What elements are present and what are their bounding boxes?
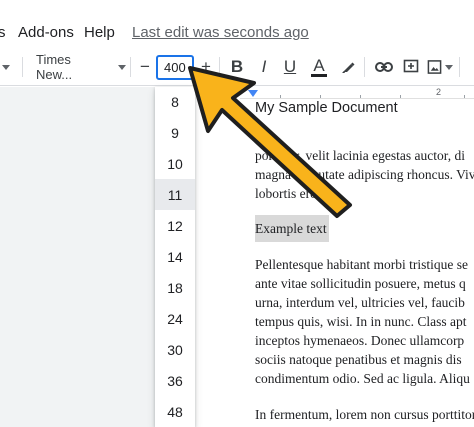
ruler-number: 2 — [436, 87, 442, 97]
insert-comment-button[interactable] — [400, 48, 422, 86]
paragraph-line: porttitor, velit lacinia egestas auctor,… — [255, 148, 465, 163]
text-color-bar — [311, 73, 327, 77]
paragraph-line: ante vitae sollicitudin posuere, metus q — [255, 276, 466, 291]
chevron-down-icon — [445, 64, 453, 70]
font-size-option[interactable]: 9 — [155, 117, 195, 148]
menu-item-format[interactable]: s — [0, 24, 6, 41]
indent-marker-icon[interactable] — [248, 90, 258, 97]
font-size-option[interactable]: 24 — [155, 303, 195, 334]
link-icon — [375, 62, 393, 72]
decrease-font-size-button[interactable]: − — [136, 48, 154, 86]
font-size-option[interactable]: 30 — [155, 334, 195, 365]
image-icon — [427, 60, 442, 74]
font-family-dropdown[interactable]: Times New... — [36, 48, 126, 86]
italic-button[interactable]: I — [254, 48, 274, 86]
font-size-option[interactable]: 10 — [155, 148, 195, 179]
menu-item-help[interactable]: Help — [84, 24, 115, 41]
add-comment-icon — [403, 59, 419, 73]
last-edit-link[interactable]: Last edit was seconds ago — [132, 24, 309, 41]
font-size-option[interactable]: 14 — [155, 241, 195, 272]
paragraph-line: In fermentum, lorem non cursus porttitor — [255, 407, 474, 422]
chevron-down-icon — [118, 64, 126, 70]
font-size-dropdown: 8 9 10 11 12 14 18 24 30 36 48 — [155, 87, 195, 427]
ruler-tick — [464, 95, 465, 98]
font-size-input[interactable]: 400 — [156, 55, 194, 80]
toolbar-divider — [364, 57, 365, 77]
font-size-option[interactable]: 48 — [155, 396, 195, 427]
horizontal-ruler[interactable]: 2 — [240, 87, 474, 99]
ruler-tick — [360, 95, 361, 98]
underline-button[interactable]: U — [280, 48, 300, 86]
increase-font-size-button[interactable]: + — [197, 48, 215, 86]
paragraph-line: sociis natoque penatibus et magnis dis — [255, 352, 462, 367]
toolbar-divider — [130, 57, 131, 77]
font-size-option[interactable]: 36 — [155, 365, 195, 396]
font-size-option[interactable]: 12 — [155, 210, 195, 241]
bold-button[interactable]: B — [227, 48, 247, 86]
toolbar-divider — [219, 57, 220, 77]
paragraph-line: urna, interdum vel, ultricies vel, fauci… — [255, 295, 465, 310]
text-color-letter: A — [313, 55, 325, 75]
paragraph-line: magna vulputate adipiscing rhoncus. Viv — [255, 167, 474, 182]
toolbar: Times New... − + B I U A — [0, 48, 474, 86]
paragraph-line: inceptos hymenaeos. Donec ullamcorp — [255, 333, 465, 348]
toolbar-divider — [22, 57, 23, 77]
style-dropdown-caret[interactable] — [0, 48, 12, 86]
text-color-button[interactable]: A — [307, 48, 331, 86]
example-text-highlight: Example text — [255, 215, 329, 242]
insert-link-button[interactable] — [372, 48, 396, 86]
toolbar-divider — [459, 57, 460, 77]
highlighter-icon — [342, 62, 355, 73]
highlight-color-button[interactable] — [337, 48, 359, 86]
paragraph-line: condimentum odio. Sed ac ligula. Aliqu — [255, 371, 470, 386]
paragraph-line: tempus quis, wisi. In in nunc. Class apt — [255, 314, 467, 329]
menu-bar: s Add-ons Help Last edit was seconds ago — [0, 0, 474, 48]
font-size-option[interactable]: 8 — [155, 86, 195, 117]
chevron-down-icon — [2, 64, 10, 70]
ruler-tick — [400, 95, 401, 98]
font-size-option-selected[interactable]: 11 — [155, 179, 195, 210]
paragraph-line: Pellentesque habitant morbi tristique se — [255, 257, 468, 272]
ruler-tick — [320, 95, 321, 98]
insert-image-button[interactable] — [427, 48, 453, 86]
document-title: My Sample Document — [255, 100, 398, 116]
selected-example-text[interactable]: Example text — [255, 215, 329, 242]
ruler-tick — [280, 95, 281, 98]
menu-item-add-ons[interactable]: Add-ons — [18, 24, 74, 41]
font-size-option[interactable]: 18 — [155, 272, 195, 303]
font-family-label: Times New... — [36, 52, 73, 82]
paragraph-line: lobortis eros. — [255, 186, 326, 201]
